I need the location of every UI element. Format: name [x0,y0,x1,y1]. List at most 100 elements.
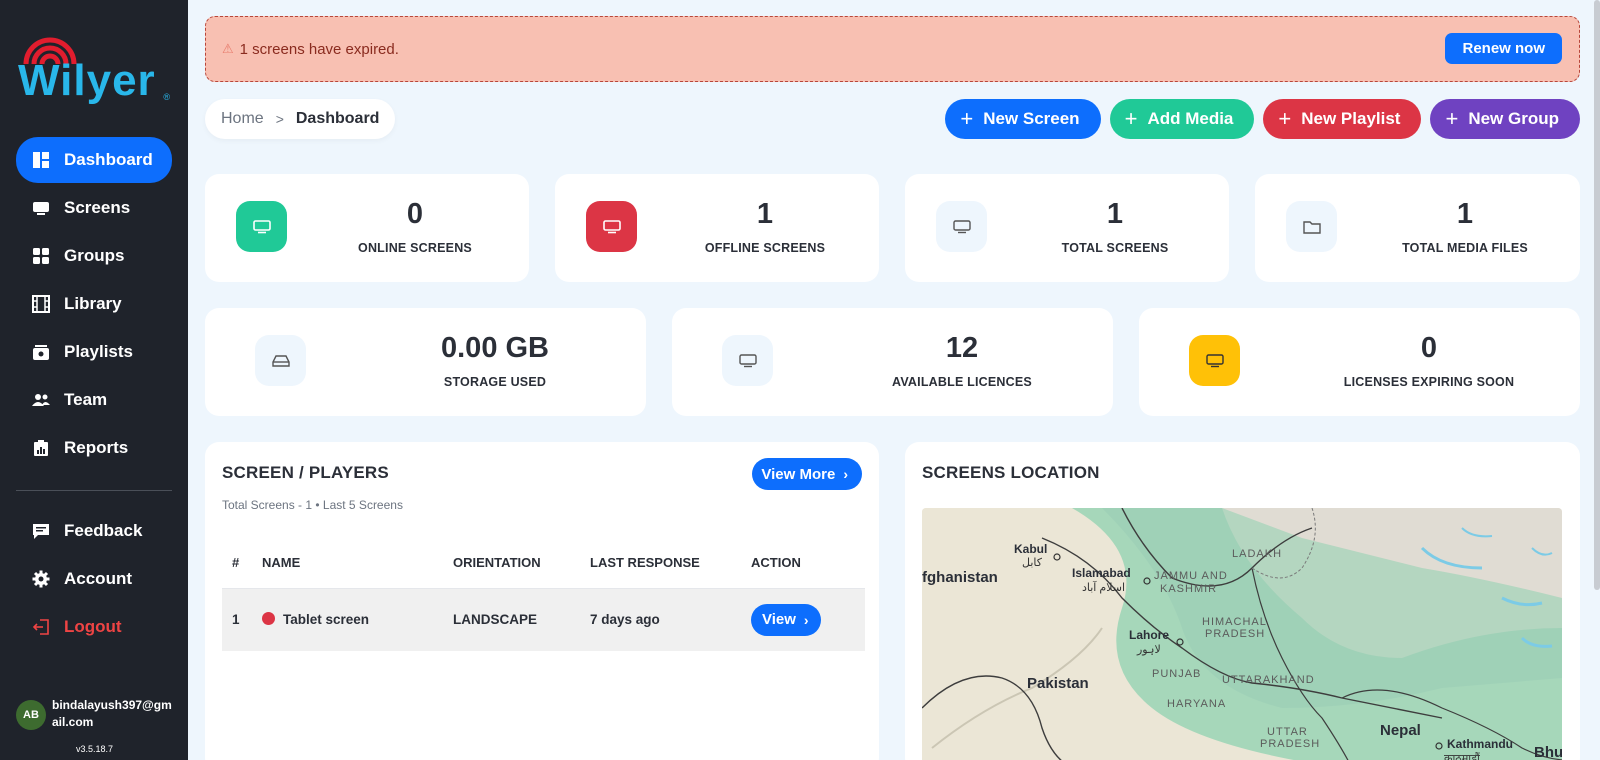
stat-value: 0.00 GB [441,332,549,364]
column-header: # [222,538,262,589]
map-label-pakistan: Pakistan [1027,675,1089,692]
sidebar-item-screens[interactable]: Screens [16,185,172,231]
sidebar-item-label: Dashboard [64,150,153,169]
plus-icon: + [960,106,974,131]
brand-name: Wilyer [18,56,156,105]
plus-icon: + [1445,106,1459,131]
map-label-kabul-local: کابل [1022,557,1042,569]
sidebar-item-logout[interactable]: Logout [16,604,172,650]
button-label: Add Media [1147,109,1234,128]
renew-button[interactable]: Renew now [1445,33,1562,64]
gear-icon [32,570,50,588]
stat-available-licences[interactable]: 12 AVAILABLE LICENCES [672,308,1113,416]
report-icon [32,439,50,457]
players-table: # NAME ORIENTATION LAST RESPONSE ACTION … [222,538,865,651]
sidebar-item-label: Team [64,390,108,409]
sidebar-item-label: Logout [64,617,122,636]
map-label-kabul: Kabul [1014,542,1048,556]
stat-value: 1 [1456,198,1474,230]
stat-online-screens[interactable]: 0 ONLINE SCREENS [205,174,529,282]
stat-offline-screens[interactable]: 1 OFFLINE SCREENS [555,174,879,282]
sidebar-item-label: Screens [64,198,131,217]
stat-value: 1 [756,198,774,230]
screens-map[interactable]: Kabul کابل fghanistan Islamabad اسلام آب… [922,508,1562,760]
map-label-nepal: Nepal [1380,722,1421,739]
logout-icon [32,618,50,636]
row-orientation: LANDSCAPE [453,588,590,651]
map-label-lahore: Lahore [1129,628,1170,642]
sidebar-item-library[interactable]: Library [16,281,172,327]
screen-name[interactable]: Tablet screen [283,612,369,627]
map-label-up1: UTTAR [1267,726,1308,738]
screen-icon [32,199,50,217]
new-group-button[interactable]: + New Group [1430,99,1580,139]
stat-value: 1 [1106,198,1124,230]
sidebar-item-account[interactable]: Account [16,556,172,602]
stat-total-screens[interactable]: 1 TOTAL SCREENS [905,174,1229,282]
plus-icon: + [1124,106,1138,131]
row-action-cell: View › [751,588,865,651]
view-more-button[interactable]: View More › [752,458,862,490]
view-button[interactable]: View › [751,603,821,636]
column-header: ACTION [751,538,865,589]
column-header: NAME [262,538,453,589]
row-last-response: 7 days ago [590,588,751,651]
button-label: View More [761,465,836,483]
map-label-lahore-local: لاہور [1137,644,1161,656]
stat-value: 12 [945,332,979,364]
status-dot [262,612,275,626]
map-label-bhu: Bhu [1534,744,1562,760]
new-screen-button[interactable]: + New Screen [945,99,1101,139]
panel-title: SCREEN / PLAYERS [222,463,389,482]
stat-label: STORAGE USED [443,375,547,389]
sidebar-item-label: Library [64,294,122,313]
stat-label: OFFLINE SCREENS [704,241,826,255]
dashboard-icon [32,151,50,169]
chevron-right-icon: › [803,611,809,628]
stat-storage-used[interactable]: 0.00 GB STORAGE USED [205,308,646,416]
folder-icon [1286,201,1337,252]
wilyer-logo[interactable]: Wilyer ® [18,30,170,106]
sidebar-item-playlists[interactable]: Playlists [16,329,172,375]
row-name-cell: Tablet screen [262,588,453,651]
sidebar-item-feedback[interactable]: Feedback [16,508,172,554]
main-nav: Dashboard Screens Groups Library Playlis… [16,137,172,473]
sidebar-item-label: Playlists [64,342,133,361]
table-row[interactable]: 1 Tablet screen LANDSCAPE 7 days ago Vie… [222,588,865,651]
map-label-haryana: HARYANA [1167,698,1227,710]
stat-total-media[interactable]: 1 TOTAL MEDIA FILES [1255,174,1580,282]
button-label: New Screen [983,109,1080,128]
sidebar-item-label: Feedback [64,521,143,540]
panel-subtitle: Total Screens - 1 • Last 5 Screens [222,498,403,512]
alert-text: 1 screens have expired. [239,40,399,58]
stat-label: AVAILABLE LICENCES [892,375,1032,389]
breadcrumb: Home > Dashboard [205,99,396,139]
breadcrumb-home[interactable]: Home [221,110,264,128]
stat-label: ONLINE SCREENS [358,241,472,255]
sidebar-item-label: Reports [64,438,129,457]
nav-divider [16,490,172,491]
sidebar-item-groups[interactable]: Groups [16,233,172,279]
sidebar-item-label: Account [64,569,132,588]
map-label-hp1: HIMACHAL [1202,616,1267,628]
stat-licenses-expiring[interactable]: 0 LICENSES EXPIRING SOON [1139,308,1580,416]
monitor-icon [1189,335,1240,386]
breadcrumb-current: Dashboard [295,110,380,127]
stat-label: LICENSES EXPIRING SOON [1343,375,1515,389]
add-media-button[interactable]: + Add Media [1109,99,1255,139]
column-header: ORIENTATION [453,538,590,589]
sidebar-item-team[interactable]: Team [16,377,172,423]
stat-value: 0 [406,198,424,230]
table-header: # NAME ORIENTATION LAST RESPONSE ACTION [222,538,865,589]
sidebar-item-reports[interactable]: Reports [16,425,172,471]
map-label-afghanistan: fghanistan [922,569,998,586]
map-label-kathmandu: Kathmandu [1447,737,1513,751]
user-profile[interactable]: AB bindalayush397@gmail.com [16,697,184,731]
map-label-kathmandu-local: काठमाडौं [1444,753,1480,760]
monitor-icon [586,201,637,252]
new-playlist-button[interactable]: + New Playlist [1263,99,1422,139]
page-scrollbar[interactable] [1594,0,1600,590]
chevron-right-icon: › [843,466,848,482]
sidebar-item-dashboard[interactable]: Dashboard [16,137,172,183]
film-icon [32,295,50,313]
